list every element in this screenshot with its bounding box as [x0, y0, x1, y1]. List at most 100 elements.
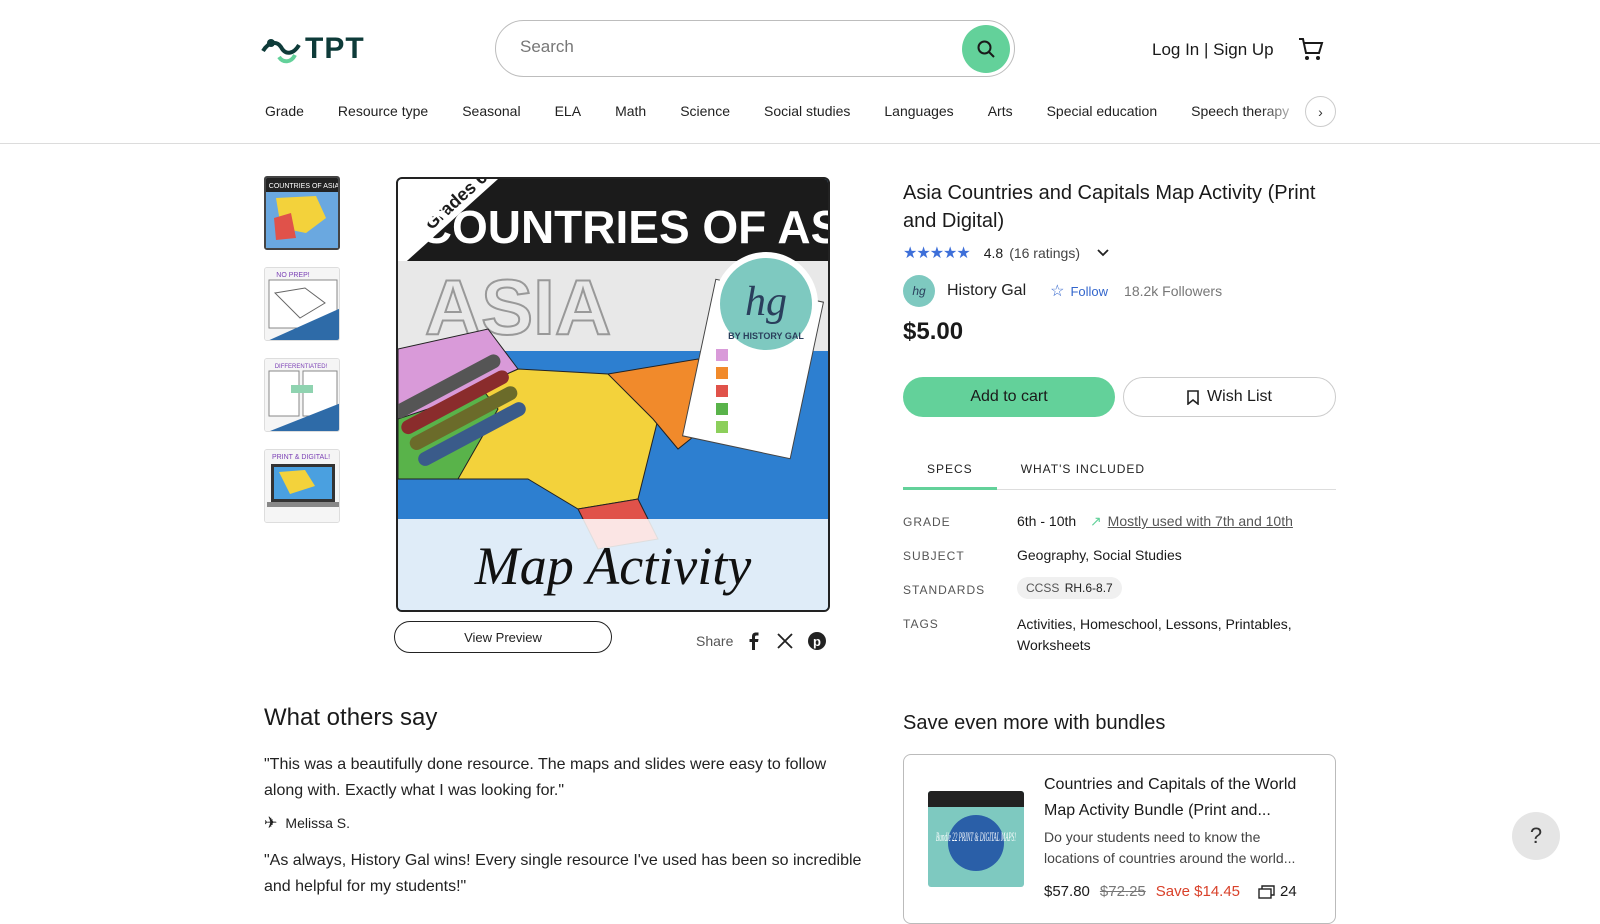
bundle-image-text: Bundle 22 PRINT & DIGITAL MAPS!	[936, 829, 1016, 844]
bundle-image-art: Bundle 22 PRINT & DIGITAL MAPS!	[928, 791, 1024, 887]
view-preview-button[interactable]: View Preview	[394, 621, 612, 653]
follow-label: Follow	[1070, 283, 1109, 299]
wish-list-label: Wish List	[1207, 388, 1272, 405]
reviews-title: What others say	[264, 704, 438, 731]
product-image-art: Grades 6-9 COUNTRIES OF ASIA ASIA Map Ac…	[398, 179, 828, 610]
chevron-down-icon	[1097, 249, 1109, 257]
category-nav: Grade Resource type Seasonal ELA Math Sc…	[265, 103, 1323, 119]
bundle-savings: Save $14.45	[1155, 883, 1241, 900]
thumbnail-1-label: COUNTRIES OF ASIA	[269, 183, 340, 190]
nav-item-ela[interactable]: ELA	[555, 103, 581, 119]
product-price: $5.00	[903, 318, 964, 345]
search-bar	[495, 20, 1015, 77]
standards-badge[interactable]: CCSS RH.6-8.7	[1017, 577, 1122, 599]
product-main-image[interactable]: Grades 6-9 COUNTRIES OF ASIA ASIA Map Ac…	[396, 177, 830, 612]
bundle-price: $57.80	[1044, 883, 1090, 900]
svg-text:p: p	[813, 634, 821, 649]
search-icon	[977, 40, 995, 58]
search-button[interactable]	[962, 25, 1010, 73]
bundle-resource-count: 24	[1280, 883, 1297, 900]
bundle-original-price: $72.25	[1099, 883, 1146, 900]
followers-count: 18.2k Followers	[1124, 283, 1223, 299]
rating-value: 4.8	[983, 245, 1004, 261]
stack-icon	[1258, 884, 1275, 899]
rating-count: (16 ratings)	[1009, 245, 1080, 261]
nav-item-languages[interactable]: Languages	[884, 103, 953, 119]
bundle-description: Do your students need to know the locati…	[1044, 829, 1296, 866]
tab-whats-included[interactable]: WHAT'S INCLUDED	[997, 448, 1169, 490]
spec-subject-value[interactable]: Geography, Social Studies	[1017, 547, 1182, 563]
thumbnail-image: NO PREP!	[265, 268, 339, 340]
logo-mark-icon	[261, 39, 301, 64]
reviewer-name: Melissa S.	[285, 815, 350, 831]
seller-avatar[interactable]: hg	[903, 275, 935, 307]
spec-standards-value: CCSS RH.6-8.7	[1017, 577, 1122, 599]
thumbnail-4[interactable]: PRINT & DIGITAL!	[264, 449, 340, 523]
add-to-cart-button[interactable]: Add to cart	[903, 377, 1115, 417]
follow-button[interactable]: ☆ Follow	[1050, 281, 1108, 301]
reviewer-1: ✈ Melissa S.	[264, 813, 350, 833]
chevron-right-icon: ›	[1318, 103, 1323, 120]
spec-tags-label: TAGS	[903, 617, 939, 631]
share-icons: p	[746, 632, 826, 655]
thumbnail-1[interactable]: COUNTRIES OF ASIA	[264, 176, 340, 250]
product-tabs: SPECS WHAT'S INCLUDED	[903, 448, 1336, 490]
product-title: Asia Countries and Capitals Map Activity…	[903, 182, 1316, 232]
review-quote-1: "This was a beautifully done resource. T…	[264, 756, 827, 799]
rating-stars-icon: ★★★★★	[903, 245, 971, 262]
spec-grade-value: 6th - 10th ↗ Mostly used with 7th and 10…	[1017, 513, 1293, 530]
image-seal-text: hg	[745, 279, 787, 325]
image-caption-text: Map Activity	[474, 536, 751, 596]
bundle-title[interactable]: Countries and Capitals of the World Map …	[1044, 772, 1324, 824]
nav-next-button[interactable]: ›	[1305, 96, 1336, 127]
share-label: Share	[696, 633, 734, 649]
bundle-count: 24	[1258, 883, 1297, 900]
grade-note-link[interactable]: Mostly used with 7th and 10th	[1108, 513, 1293, 529]
product-rating[interactable]: ★★★★★ 4.8 (16 ratings)	[903, 243, 1110, 263]
nav-item-social-studies[interactable]: Social studies	[764, 103, 850, 119]
grade-range: 6th - 10th	[1017, 513, 1077, 529]
star-outline-icon: ☆	[1050, 283, 1065, 300]
pinterest-icon[interactable]: p	[808, 632, 826, 655]
bundles-title: Save even more with bundles	[903, 712, 1166, 734]
thumbnail-2-label: NO PREP!	[276, 272, 310, 279]
login-signup-link[interactable]: Log In | Sign Up	[1152, 40, 1274, 60]
x-twitter-icon[interactable]	[776, 632, 794, 655]
standards-code: RH.6-8.7	[1064, 581, 1113, 595]
seller-info: hg History Gal ☆ Follow 18.2k Followers	[903, 275, 1222, 307]
thumbnail-3[interactable]: DIFFERENTIATED!	[264, 358, 340, 432]
standards-prefix: CCSS	[1026, 581, 1060, 595]
nav-item-resource-type[interactable]: Resource type	[338, 103, 428, 119]
nav-item-science[interactable]: Science	[680, 103, 730, 119]
thumbnail-3-label: DIFFERENTIATED!	[275, 364, 328, 370]
bundle-image: Bundle 22 PRINT & DIGITAL MAPS!	[928, 791, 1024, 887]
bundle-card[interactable]: Bundle 22 PRINT & DIGITAL MAPS! Countrie…	[903, 754, 1336, 924]
thumbnail-image: PRINT & DIGITAL!	[265, 450, 339, 522]
bundle-pricing: $57.80 $72.25 Save $14.45 24	[1044, 883, 1297, 900]
reviewer-badge-icon: ✈	[264, 815, 278, 832]
help-button[interactable]: ?	[1512, 812, 1560, 860]
nav-item-seasonal[interactable]: Seasonal	[462, 103, 520, 119]
thumbnail-image: DIFFERENTIATED!	[265, 359, 339, 431]
cart-icon	[1299, 38, 1324, 60]
seller-name[interactable]: History Gal	[947, 282, 1026, 300]
image-seal-subtext: BY HISTORY GAL	[728, 331, 804, 341]
thumbnail-image: COUNTRIES OF ASIA	[266, 178, 340, 248]
nav-fade	[1260, 96, 1305, 127]
facebook-icon[interactable]	[746, 632, 762, 655]
nav-item-math[interactable]: Math	[615, 103, 646, 119]
spec-tags-value[interactable]: Activities, Homeschool, Lessons, Printab…	[1017, 614, 1327, 656]
thumbnail-2[interactable]: NO PREP!	[264, 267, 340, 341]
nav-item-special-education[interactable]: Special education	[1047, 103, 1158, 119]
cart-button[interactable]	[1298, 36, 1324, 67]
spec-grade-label: GRADE	[903, 515, 951, 529]
spec-standards-label: STANDARDS	[903, 583, 986, 597]
nav-item-grade[interactable]: Grade	[265, 103, 304, 119]
site-header: TPT Log In | Sign Up Grade Resource type…	[0, 0, 1600, 144]
wish-list-button[interactable]: Wish List	[1123, 377, 1336, 417]
thumbnail-4-label: PRINT & DIGITAL!	[272, 454, 330, 461]
tpt-logo[interactable]: TPT	[261, 32, 365, 66]
nav-item-arts[interactable]: Arts	[988, 103, 1013, 119]
search-input[interactable]	[520, 37, 940, 57]
tab-specs[interactable]: SPECS	[903, 448, 997, 490]
